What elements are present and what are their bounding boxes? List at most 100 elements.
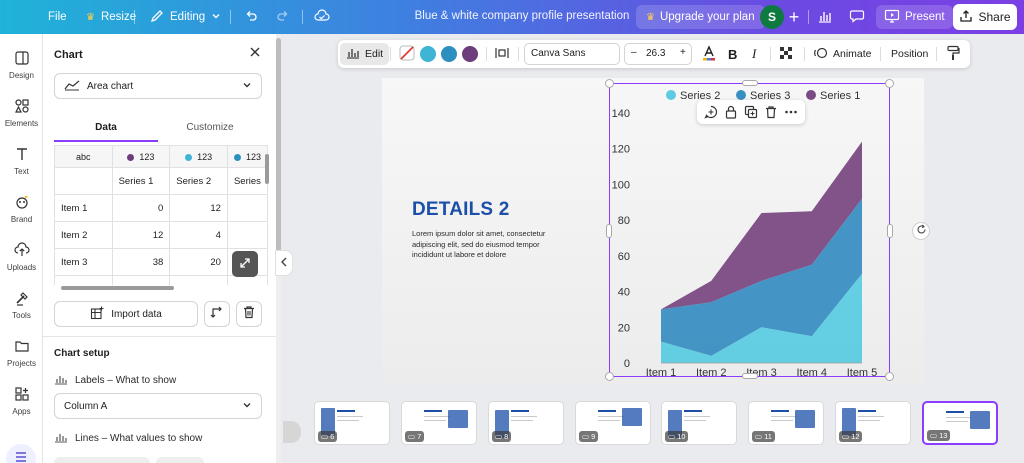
lines-value-chip[interactable] <box>156 457 204 463</box>
slide-thumbnail[interactable]: ▭ 7 <box>401 401 477 445</box>
slide-heading[interactable]: DETAILS 2 <box>412 199 510 221</box>
text-color-button[interactable] <box>702 43 716 65</box>
chart-type-select[interactable]: Area chart <box>54 73 262 99</box>
position-button[interactable]: Position <box>891 43 928 65</box>
resize-handle-bottom-left[interactable] <box>605 372 614 381</box>
slide-thumbnail[interactable]: ▭ 11 <box>748 401 824 445</box>
grid-horizontal-scrollbar[interactable] <box>61 286 174 290</box>
grid-cell[interactable]: 12 <box>111 221 171 249</box>
slide-thumbnail[interactable]: ▭ 10 <box>661 401 737 445</box>
user-avatar[interactable]: S <box>760 5 784 29</box>
rail-item-brand[interactable]: Brand <box>0 194 43 240</box>
slide-thumbnail[interactable]: ▭ 9 <box>575 401 651 445</box>
slide-body-text[interactable]: Lorem ipsum dolor sit amet, consectetur … <box>412 229 564 261</box>
grid-cell[interactable]: 12 <box>169 194 228 222</box>
grid-cell[interactable]: Item 3 <box>54 248 113 276</box>
comments-button[interactable] <box>844 5 870 29</box>
column-type-number[interactable]: 123 <box>111 145 171 168</box>
series-header-cell[interactable]: Series 1 <box>111 167 171 195</box>
magic-menu-button[interactable] <box>6 444 36 463</box>
cloud-save-button[interactable] <box>306 5 338 29</box>
grid-cell[interactable]: Item 2 <box>54 221 113 249</box>
more-options-button[interactable] <box>783 104 799 120</box>
document-title[interactable]: Blue & white company profile presentatio… <box>408 10 636 22</box>
spacing-button[interactable] <box>494 43 510 65</box>
font-family-select[interactable]: Canva Sans <box>524 43 620 65</box>
rail-item-projects[interactable]: Projects <box>0 338 43 384</box>
grid-cell[interactable] <box>226 221 268 249</box>
color-swatch-2[interactable] <box>441 46 457 62</box>
grid-cell[interactable] <box>54 275 113 285</box>
resize-handle-top[interactable] <box>742 80 758 86</box>
add-collaborator-button[interactable]: + <box>784 6 804 28</box>
trash-button[interactable] <box>763 104 779 120</box>
upgrade-plan-button[interactable]: ♛ Upgrade your plan <box>636 5 765 29</box>
bold-button[interactable]: B <box>728 43 737 65</box>
animate-button[interactable]: Animate <box>814 43 872 65</box>
rail-item-design[interactable]: Design <box>0 50 43 96</box>
duplicate-button[interactable] <box>743 104 759 120</box>
grid-cell[interactable] <box>169 275 228 285</box>
slide-thumbnail[interactable]: ▭ 6 <box>314 401 390 445</box>
font-size-value[interactable]: 26.3 <box>646 48 665 59</box>
labels-column-select[interactable]: Column A <box>54 393 262 419</box>
rail-item-text[interactable]: Text <box>0 146 43 192</box>
editing-mode-button[interactable]: Editing <box>142 5 229 29</box>
grid-cell[interactable] <box>111 275 171 285</box>
series-header-cell[interactable]: Series <box>226 167 268 195</box>
grid-cell[interactable] <box>54 167 113 195</box>
tab-customize[interactable]: Customize <box>158 116 262 142</box>
file-menu-button[interactable]: File <box>40 5 75 29</box>
expand-table-button[interactable] <box>232 251 258 277</box>
column-type-number[interactable]: 123 <box>226 145 268 168</box>
color-swatch-1[interactable] <box>420 46 436 62</box>
collapse-panel-button[interactable] <box>275 250 293 276</box>
resize-handle-left[interactable] <box>606 224 612 238</box>
close-panel-button[interactable] <box>246 45 264 63</box>
grid-cell[interactable] <box>226 194 268 222</box>
analytics-button[interactable] <box>812 5 838 29</box>
delete-data-button[interactable] <box>236 301 262 327</box>
copy-style-button[interactable] <box>946 43 960 65</box>
slide-thumbnail[interactable]: ▭ 8 <box>488 401 564 445</box>
series-header-cell[interactable]: Series 2 <box>169 167 228 195</box>
grid-cell[interactable]: 20 <box>169 248 228 276</box>
transparency-button[interactable] <box>778 43 794 65</box>
column-type-text[interactable]: abc <box>54 145 113 168</box>
grid-vertical-scrollbar[interactable] <box>265 154 269 184</box>
rail-item-uploads[interactable]: Uploads <box>0 242 43 288</box>
resize-handle-bottom[interactable] <box>742 373 758 379</box>
panel-scrollbar[interactable] <box>276 38 281 274</box>
grid-cell[interactable]: Item 1 <box>54 194 113 222</box>
filmstrip-scroll-left[interactable] <box>283 421 301 443</box>
tab-data[interactable]: Data <box>54 116 158 142</box>
share-button[interactable]: Share <box>953 4 1017 30</box>
grid-cell[interactable]: 38 <box>111 248 171 276</box>
column-type-number[interactable]: 123 <box>169 145 228 168</box>
grid-cell[interactable]: 0 <box>111 194 171 222</box>
transpose-data-button[interactable] <box>204 301 230 327</box>
slide-thumbnail[interactable]: ▭ 12 <box>835 401 911 445</box>
italic-button[interactable]: I <box>752 43 756 65</box>
no-fill-button[interactable] <box>398 43 416 65</box>
color-swatch-3[interactable] <box>462 46 478 62</box>
comment-add-button[interactable] <box>703 104 719 120</box>
rail-item-tools[interactable]: Tools <box>0 290 43 336</box>
resize-handle-bottom-right[interactable] <box>885 372 894 381</box>
grid-cell[interactable]: 4 <box>169 221 228 249</box>
rail-item-elements[interactable]: Elements <box>0 98 43 144</box>
resize-handle-right[interactable] <box>887 224 893 238</box>
font-size-increase-button[interactable]: + <box>680 47 686 58</box>
font-size-decrease-button[interactable]: – <box>631 47 637 58</box>
slide-thumbnail[interactable]: ▭ 13 <box>922 401 998 445</box>
lines-value-chip[interactable] <box>54 457 150 463</box>
redo-button[interactable] <box>268 5 298 29</box>
present-button[interactable]: Present <box>876 5 953 29</box>
rail-item-apps[interactable]: Apps <box>0 386 43 432</box>
edit-chart-button[interactable]: Edit <box>340 43 390 65</box>
resize-handle-top-left[interactable] <box>605 79 614 88</box>
undo-button[interactable] <box>236 5 266 29</box>
rotate-button[interactable] <box>912 222 930 240</box>
resize-handle-top-right[interactable] <box>885 79 894 88</box>
import-data-button[interactable]: Import data <box>54 301 198 327</box>
